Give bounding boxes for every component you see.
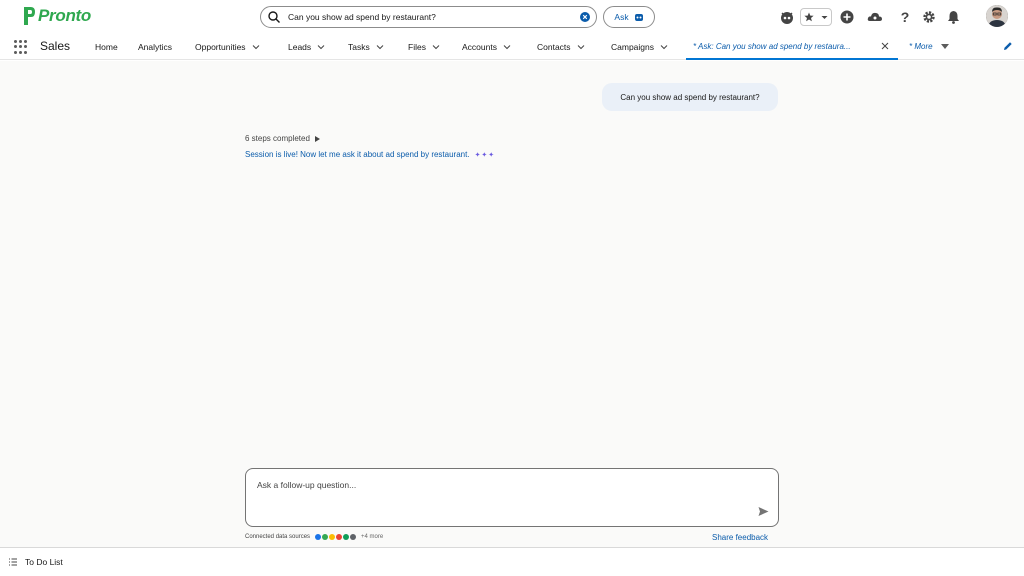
add-icon[interactable] [838,8,856,26]
nav-item-label: Analytics [138,42,173,52]
utility-bar: To Do List [0,547,1024,576]
source-icons[interactable] [315,534,357,540]
sources-label: Connected data sources [245,534,311,540]
header-icons: ? [778,7,962,27]
global-search[interactable]: Can you show ad spend by restaurant? [260,6,597,28]
pronto-logo[interactable]: Pronto [22,3,91,29]
nav-item-opportunities[interactable]: Opportunities [195,42,260,52]
tab-ask-label: * Ask: Can you show ad spend by restaura… [693,41,851,51]
bot-icon[interactable] [778,8,796,26]
app-name: Sales [40,39,71,53]
followup-input[interactable]: Ask a follow-up question... [245,468,779,527]
nav-item-tasks[interactable]: Tasks [348,42,384,52]
avatar-image [986,5,1008,27]
bell-icon[interactable] [944,8,962,26]
nav-item-label: Campaigns [611,42,654,52]
caret-down-icon [940,44,949,49]
source-icon [315,534,322,540]
expand-icon [314,135,320,142]
source-icon [343,534,350,540]
nav-item-contacts[interactable]: Contacts [537,42,585,52]
steps-toggle[interactable]: 6 steps completed [245,134,320,143]
nav-item-label: Accounts [462,42,497,52]
logo-text: Pronto [38,6,91,25]
close-icon[interactable] [881,42,889,50]
status-text: Session is live! Now let me ask it about… [245,150,470,159]
global-header: Pronto Can you show ad spend by restaura… [0,0,1024,34]
nav-item-label: Tasks [348,42,370,52]
chevron-down-icon[interactable] [376,43,384,51]
status-message: Session is live! Now let me ask it about… [245,150,495,159]
gear-icon[interactable] [920,8,938,26]
user-message-bubble: Can you show ad spend by restaurant? [602,83,778,111]
nav-item-leads[interactable]: Leads [288,42,325,52]
ask-button-label: Ask [614,12,629,22]
star-icon[interactable] [804,12,814,22]
send-icon[interactable] [758,506,769,517]
source-icon [336,534,343,540]
chevron-down-icon[interactable] [432,43,440,51]
nav-item-label: Opportunities [195,42,246,52]
nav-item-home[interactable]: Home [95,42,118,52]
more-label: * More [909,42,933,51]
chevron-down-icon[interactable] [577,43,585,51]
clear-icon[interactable] [580,12,590,22]
chevron-down-icon[interactable] [660,43,668,51]
ask-button[interactable]: Ask [603,6,655,28]
steps-label: 6 steps completed [245,134,310,143]
source-icon [329,534,336,540]
nav-item-label: Leads [288,42,312,52]
nav-item-analytics[interactable]: Analytics [138,42,172,52]
sparkle-icon: ✦✦✦ [474,151,496,159]
search-icon [268,11,280,23]
followup-placeholder: Ask a follow-up question... [257,480,357,490]
chat-panel: Can you show ad spend by restaurant? 6 s… [0,61,1024,547]
chevron-down-icon[interactable] [317,43,325,51]
source-icon [322,534,329,540]
nav-item-campaigns[interactable]: Campaigns [611,42,668,52]
help-icon[interactable]: ? [896,8,914,26]
app-launcher-icon[interactable] [14,40,28,54]
app-navigation: Sales Home Analytics Opportunities Leads… [0,34,1024,60]
nav-item-label: Home [95,42,118,52]
pencil-icon[interactable] [1003,41,1013,51]
sources-more[interactable]: +4 more [361,534,383,540]
chevron-down-icon[interactable] [821,14,828,21]
nav-item-label: Contacts [537,42,571,52]
favorites-group[interactable] [800,8,832,26]
nav-item-accounts[interactable]: Accounts [462,42,511,52]
cloud-help-icon[interactable] [866,8,884,26]
bot-icon [634,14,643,21]
source-icon [350,534,357,540]
tab-ask-active[interactable]: * Ask: Can you show ad spend by restaura… [686,34,898,60]
chevron-down-icon[interactable] [503,43,511,51]
nav-item-files[interactable]: Files [408,42,440,52]
more-menu[interactable]: * More [909,42,949,51]
search-input[interactable]: Can you show ad spend by restaurant? [288,12,580,22]
avatar[interactable] [986,5,1008,27]
nav-item-label: Files [408,42,426,52]
todo-list-button[interactable]: To Do List [25,557,63,567]
connected-sources: Connected data sources +4 more [245,534,383,540]
chevron-down-icon[interactable] [252,43,260,51]
list-icon [9,558,17,566]
share-feedback-link[interactable]: Share feedback [712,533,768,542]
pronto-logo-icon [24,7,35,25]
